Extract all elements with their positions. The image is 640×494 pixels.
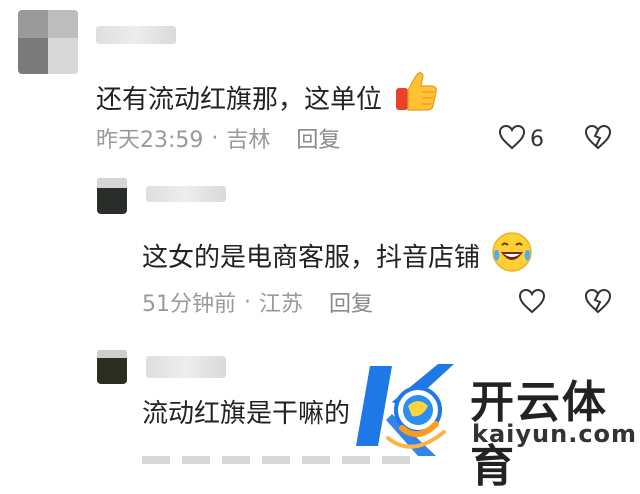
comment-text: 这女的是电商客服，抖音店铺 (142, 230, 534, 282)
username[interactable] (146, 356, 226, 378)
avatar[interactable] (97, 350, 127, 384)
meta-separator: · (244, 289, 251, 315)
reply-button[interactable]: 回复 (329, 286, 373, 318)
comment-text: 还有流动红旗那，这单位 (96, 68, 438, 122)
comment-location: 吉林 (226, 128, 271, 153)
watermark: 开云体育 kaiyun.com (352, 358, 638, 492)
comment-location: 江苏 (259, 292, 304, 317)
like-count: 6 (530, 126, 544, 152)
username[interactable] (146, 186, 226, 202)
comment-text: 流动红旗是干嘛的 (142, 399, 351, 429)
avatar[interactable] (97, 178, 127, 214)
dislike-heart-icon (584, 124, 612, 154)
watermark-brand-en: kaiyun.com (472, 420, 638, 448)
dislike-heart-icon (584, 288, 612, 318)
thumbs-up-emoji (392, 68, 438, 122)
avatar[interactable] (18, 10, 78, 74)
comment-meta: 昨天23:59 · 吉林 回复 (96, 122, 340, 154)
dislike-button[interactable] (584, 124, 612, 154)
meta-separator: · (211, 125, 219, 151)
username[interactable] (96, 26, 176, 44)
laughing-crying-emoji (490, 230, 534, 282)
dislike-button[interactable] (584, 288, 612, 318)
reply-button[interactable]: 回复 (296, 122, 340, 154)
kaiyun-logo (352, 358, 464, 466)
comment-time: 51分钟前 (142, 292, 236, 317)
like-button[interactable] (518, 288, 546, 318)
comment-time: 昨天23:59 (96, 128, 204, 153)
heart-outline-icon (498, 124, 526, 154)
heart-outline-icon (518, 288, 546, 318)
comment-meta: 51分钟前 · 江苏 回复 (142, 286, 373, 318)
like-button[interactable]: 6 (498, 124, 544, 154)
